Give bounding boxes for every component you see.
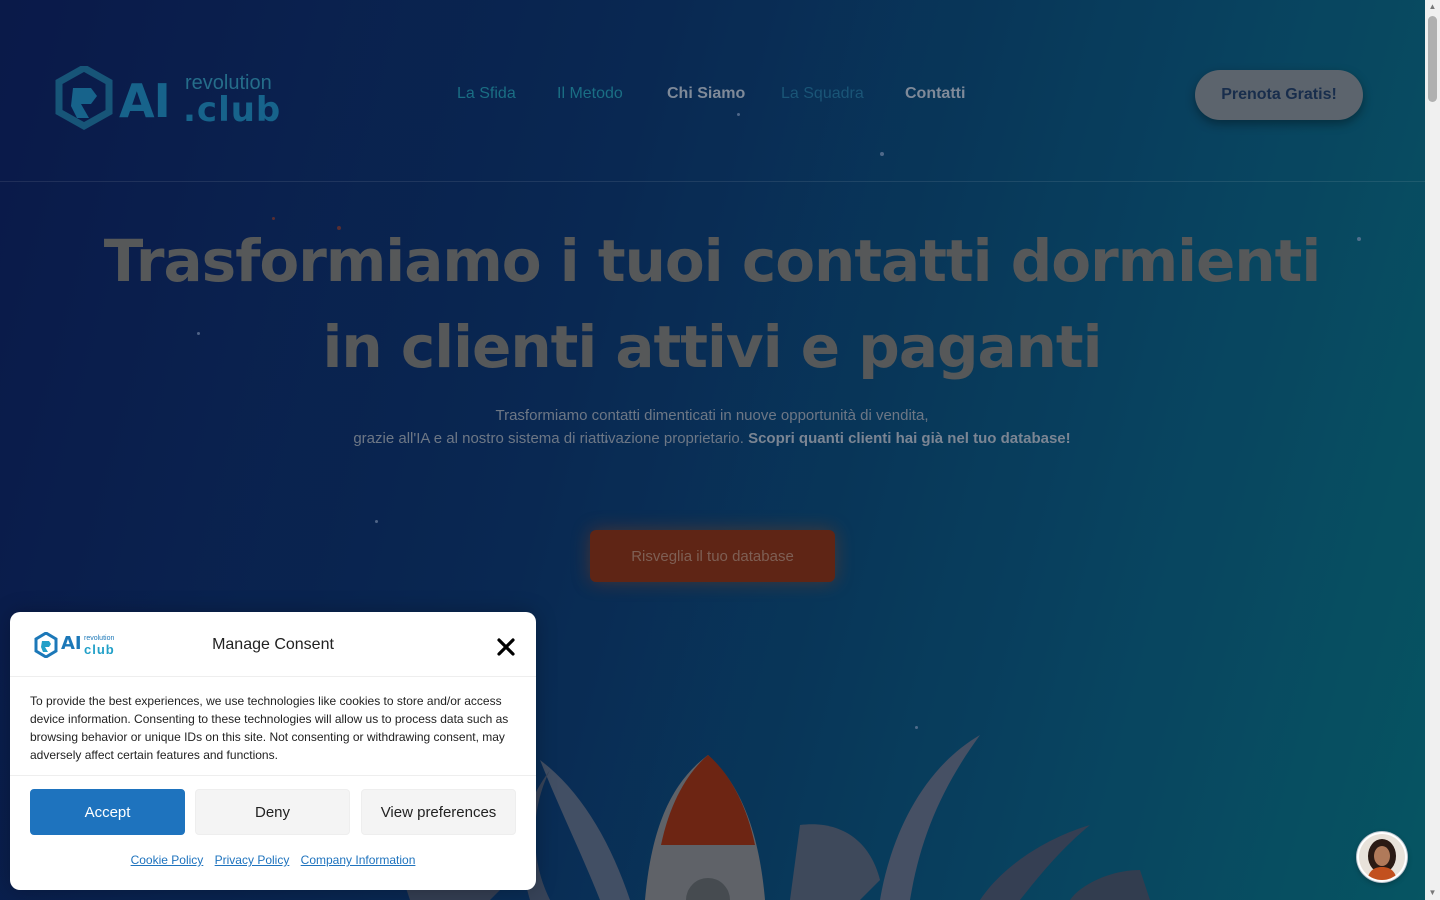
- logo-ai-text: AI: [119, 74, 171, 128]
- consent-title: Manage Consent: [212, 636, 334, 653]
- hero-subtitle-line2: grazie all'IA e al nostro sistema di ria…: [353, 430, 744, 447]
- consent-message: To provide the best experiences, we use …: [30, 694, 509, 762]
- hero-title: Trasformiamo i tuoi contatti dormienti i…: [100, 218, 1324, 390]
- hero-subtitle-bold: Scopri quanti clienti hai già nel tuo da…: [748, 430, 1071, 447]
- company-information-link[interactable]: Company Information: [301, 853, 416, 867]
- hero-title-line2: in clienti attivi e paganti: [322, 313, 1102, 381]
- deny-button[interactable]: Deny: [195, 789, 350, 835]
- nav-la-squadra[interactable]: La Squadra: [781, 85, 864, 103]
- hero-title-line1: Trasformiamo i tuoi contatti dormienti: [103, 227, 1322, 295]
- site-header: AI revolution .club La Sfida Il Metodo C…: [0, 0, 1425, 182]
- scroll-down-arrow-icon[interactable]: ▼: [1425, 888, 1440, 898]
- nav-chi-siamo[interactable]: Chi Siamo: [667, 85, 745, 103]
- accept-button[interactable]: Accept: [30, 789, 185, 835]
- nav-la-sfida[interactable]: La Sfida: [457, 85, 516, 103]
- privacy-policy-link[interactable]: Privacy Policy: [215, 853, 290, 867]
- avatar-icon: [1359, 834, 1405, 880]
- page-scrollbar[interactable]: ▲ ▼: [1425, 0, 1440, 900]
- wake-database-button[interactable]: Risveglia il tuo database: [590, 530, 835, 582]
- consent-divider: [10, 775, 536, 776]
- cookie-policy-link[interactable]: Cookie Policy: [131, 853, 204, 867]
- consent-header: AI revolution club Manage Consent: [10, 612, 536, 677]
- consent-dialog: AI revolution club Manage Consent To pro…: [10, 612, 536, 890]
- logo-club-text: .club: [183, 90, 282, 130]
- close-icon[interactable]: [495, 636, 517, 658]
- consent-links: Cookie Policy Privacy Policy Company Inf…: [10, 853, 536, 867]
- nav-contatti[interactable]: Contatti: [905, 85, 965, 103]
- chat-avatar-button[interactable]: [1357, 832, 1407, 882]
- scroll-thumb[interactable]: [1428, 16, 1437, 102]
- nav-il-metodo[interactable]: Il Metodo: [557, 85, 623, 103]
- site-logo[interactable]: AI revolution .club: [55, 66, 295, 136]
- book-free-button[interactable]: Prenota Gratis!: [1195, 70, 1363, 120]
- hero-subtitle: Trasformiamo contatti dimenticati in nuo…: [200, 404, 1224, 450]
- view-preferences-button[interactable]: View preferences: [361, 789, 516, 835]
- scroll-up-arrow-icon[interactable]: ▲: [1425, 2, 1440, 12]
- logo-cube-icon: [55, 66, 113, 130]
- hero-subtitle-line1: Trasformiamo contatti dimenticati in nuo…: [495, 407, 929, 424]
